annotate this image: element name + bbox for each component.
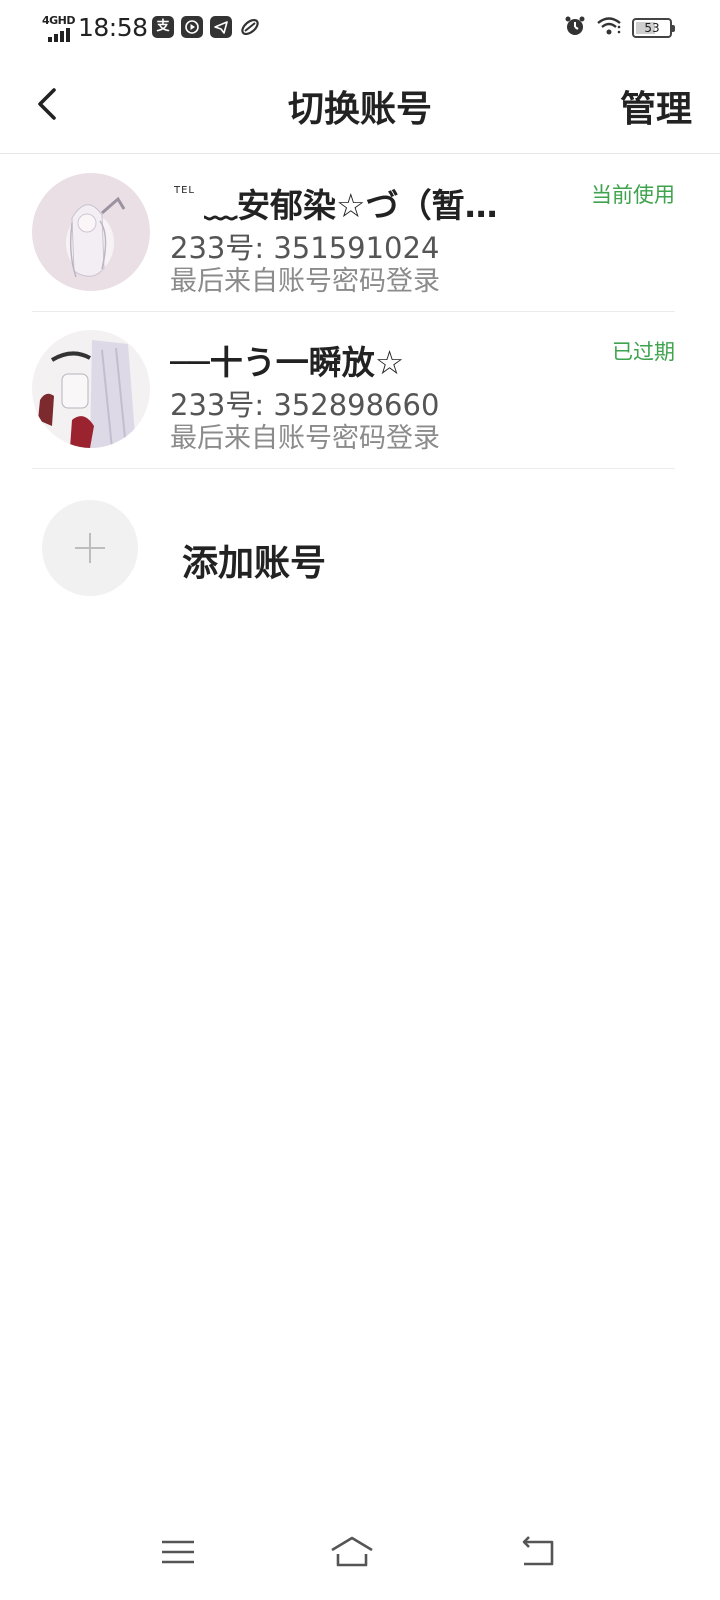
video-play-icon (181, 16, 203, 38)
battery-icon: 53 (632, 18, 675, 38)
status-right-group: 53 (564, 15, 675, 41)
menu-icon[interactable] (154, 1532, 202, 1572)
system-nav-bar (0, 1514, 720, 1600)
status-bar: 4GHD 18:58 支 53 (0, 0, 720, 56)
title-bar: 切换账号 管理 (0, 56, 720, 154)
avatar (32, 173, 150, 291)
tel-badge: TEL (174, 185, 195, 196)
sync-icon (239, 16, 261, 38)
telegram-icon (210, 16, 232, 38)
plus-icon (42, 500, 138, 596)
add-account-button[interactable]: 添加账号 (32, 482, 675, 612)
last-login-method: 最后来自账号密码登录 (170, 266, 440, 297)
battery-level: 53 (644, 21, 660, 35)
account-item-expired[interactable]: ──十う一瞬放☆ 233号: 352898660 最后来自账号密码登录 已过期 (32, 312, 675, 469)
status-badge: 已过期 (612, 340, 675, 364)
signal-icon: 4GHD (42, 14, 76, 42)
alarm-icon (564, 15, 586, 41)
network-type-label: 4GHD (42, 14, 76, 27)
avatar (32, 330, 150, 448)
account-item-current[interactable]: TEL ﹏安郁染☆づ（暂… 233号: 351591024 最后来自账号密码登录… (32, 155, 675, 312)
manage-button[interactable]: 管理 (620, 80, 692, 132)
back-nav-icon[interactable] (514, 1532, 562, 1572)
last-login-method: 最后来自账号密码登录 (170, 423, 440, 454)
account-name: ﹏安郁染☆づ（暂… (204, 186, 498, 225)
add-account-label: 添加账号 (182, 543, 327, 584)
home-icon[interactable] (328, 1532, 376, 1572)
account-name: ──十う一瞬放☆ (170, 343, 405, 382)
page-title: 切换账号 (287, 89, 432, 130)
status-badge: 当前使用 (591, 183, 675, 207)
clock-time: 18:58 (78, 13, 148, 42)
wifi-icon (596, 15, 622, 41)
alipay-icon: 支 (152, 16, 174, 38)
